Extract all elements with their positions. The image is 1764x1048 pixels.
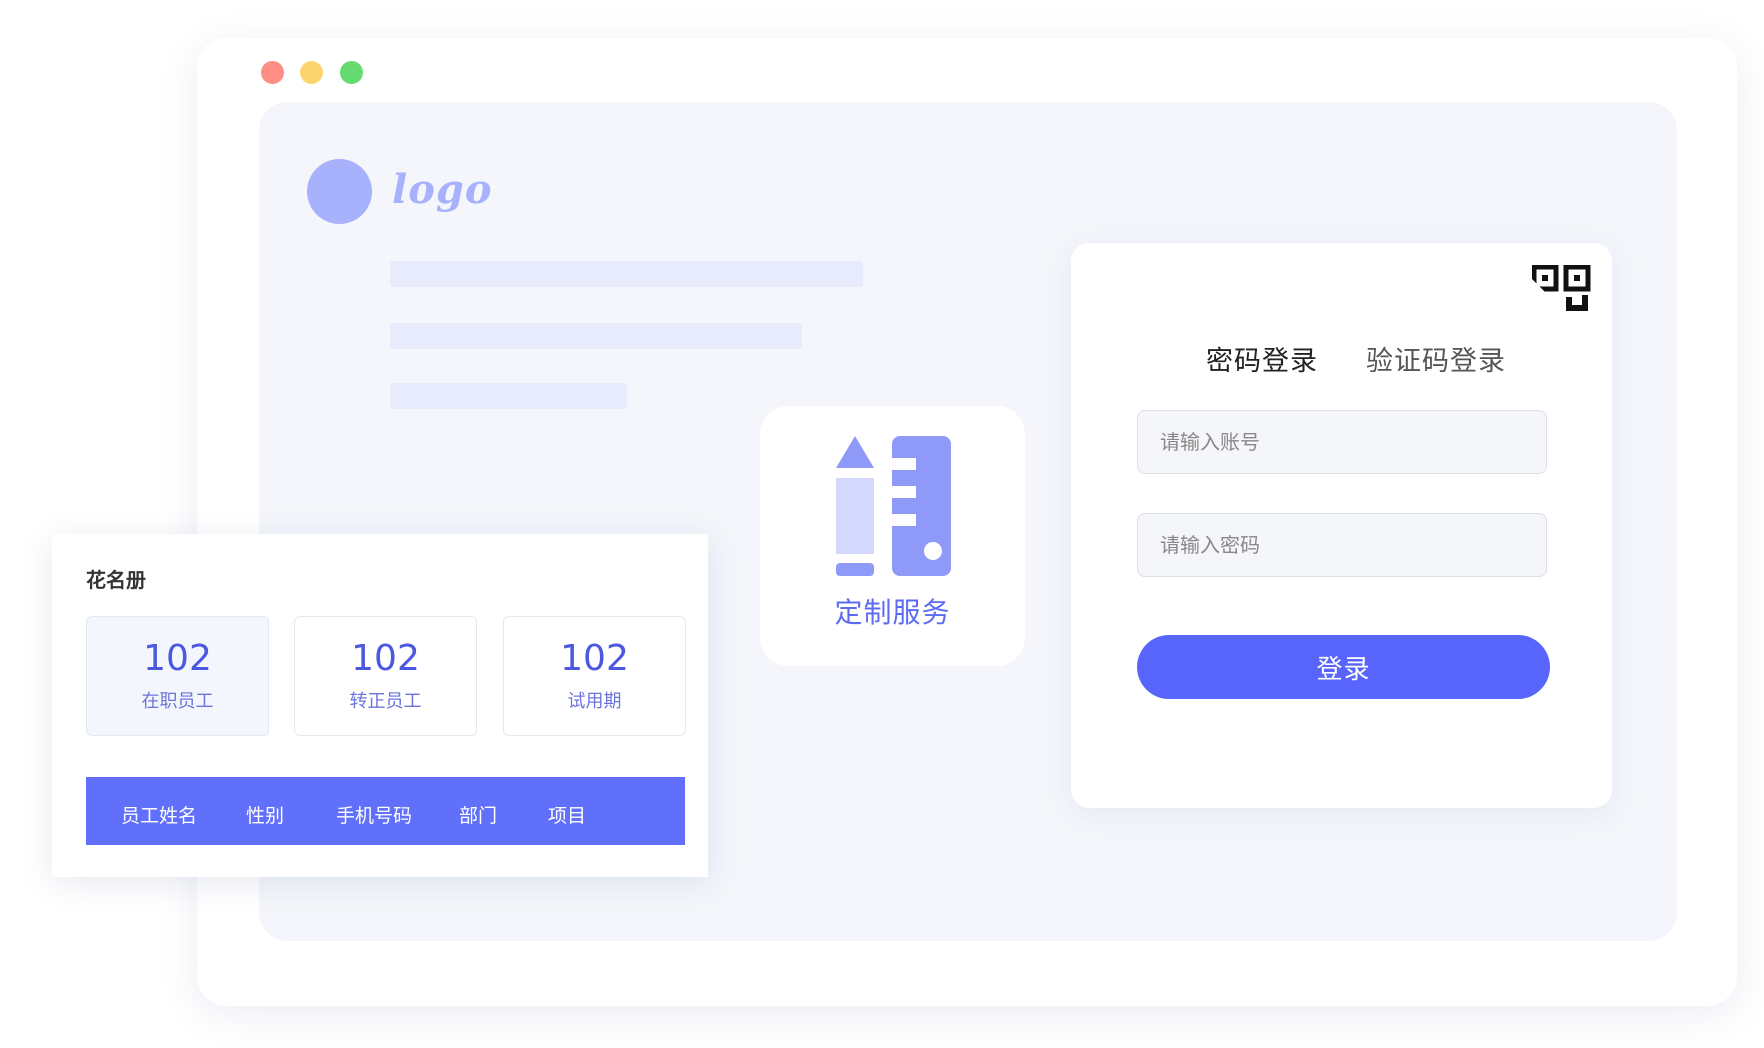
column-header-department[interactable]: 部门 bbox=[459, 801, 497, 828]
placeholder-line bbox=[390, 261, 863, 287]
login-button[interactable]: 登录 bbox=[1137, 635, 1550, 699]
placeholder-line bbox=[390, 323, 802, 349]
qr-code-icon[interactable] bbox=[1532, 265, 1592, 325]
stat-label: 转正员工 bbox=[349, 691, 422, 712]
login-card: 密码登录 验证码登录 登录 bbox=[1071, 243, 1612, 808]
roster-table-header: 员工姓名 性别 手机号码 部门 项目 bbox=[86, 777, 685, 845]
custom-service-card[interactable]: 定制服务 bbox=[760, 406, 1025, 666]
stat-card-active-employees[interactable]: 102 在职员工 bbox=[86, 616, 269, 736]
window-maximize-dot[interactable] bbox=[340, 61, 363, 84]
stat-value: 102 bbox=[143, 638, 212, 679]
logo-mark bbox=[307, 159, 372, 224]
stat-card-regular-employees[interactable]: 102 转正员工 bbox=[294, 616, 477, 736]
stat-value: 102 bbox=[351, 638, 420, 679]
column-header-gender[interactable]: 性别 bbox=[246, 801, 284, 828]
tab-password-login[interactable]: 密码登录 bbox=[1206, 339, 1318, 378]
stat-value: 102 bbox=[560, 638, 629, 679]
stat-label: 在职员工 bbox=[141, 691, 214, 712]
custom-service-label: 定制服务 bbox=[834, 596, 951, 629]
column-header-phone[interactable]: 手机号码 bbox=[336, 801, 412, 828]
tab-code-login[interactable]: 验证码登录 bbox=[1366, 339, 1506, 378]
account-input[interactable] bbox=[1137, 410, 1547, 474]
window-minimize-dot[interactable] bbox=[300, 61, 323, 84]
stat-card-probation[interactable]: 102 试用期 bbox=[503, 616, 686, 736]
placeholder-line bbox=[390, 383, 627, 409]
roster-card: 花名册 102 在职员工 102 转正员工 102 试用期 员工姓名 性别 手机… bbox=[52, 534, 708, 877]
stat-label: 试用期 bbox=[567, 691, 622, 712]
logo-text: logo bbox=[392, 166, 493, 213]
roster-title: 花名册 bbox=[86, 568, 146, 592]
password-input[interactable] bbox=[1137, 513, 1547, 577]
pencil-ruler-icon bbox=[836, 436, 951, 576]
column-header-project[interactable]: 项目 bbox=[548, 801, 586, 828]
window-close-dot[interactable] bbox=[261, 61, 284, 84]
column-header-name[interactable]: 员工姓名 bbox=[121, 801, 197, 828]
